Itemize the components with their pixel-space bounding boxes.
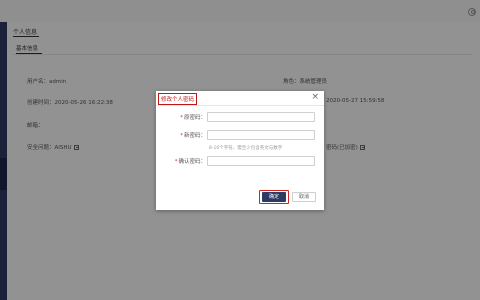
old-password-label: *原密码： xyxy=(158,113,206,121)
old-password-input[interactable] xyxy=(207,112,315,122)
required-mark: * xyxy=(180,133,183,139)
confirm-button[interactable]: 确定 xyxy=(262,192,286,202)
confirm-password-input[interactable] xyxy=(207,156,315,166)
dialog-title-divider xyxy=(156,105,324,106)
change-password-dialog: 修改个人密码 × *原密码： *新密码： 8-16个字符，需至少包含英文与数字 … xyxy=(156,91,324,210)
old-password-label-text: 原密码： xyxy=(183,115,206,121)
cancel-button[interactable]: 取消 xyxy=(292,192,316,202)
new-password-label-text: 新密码： xyxy=(183,133,206,139)
dialog-title: 修改个人密码 xyxy=(158,93,198,105)
close-icon[interactable]: × xyxy=(311,93,319,102)
new-password-label: *新密码： xyxy=(158,131,206,139)
confirm-password-label: *确认密码： xyxy=(158,157,206,165)
new-password-input[interactable] xyxy=(207,130,315,140)
required-mark: * xyxy=(180,115,183,121)
password-hint: 8-16个字符，需至少包含英文与数字 xyxy=(209,146,283,151)
confirm-password-label-text: 确认密码： xyxy=(178,159,206,165)
